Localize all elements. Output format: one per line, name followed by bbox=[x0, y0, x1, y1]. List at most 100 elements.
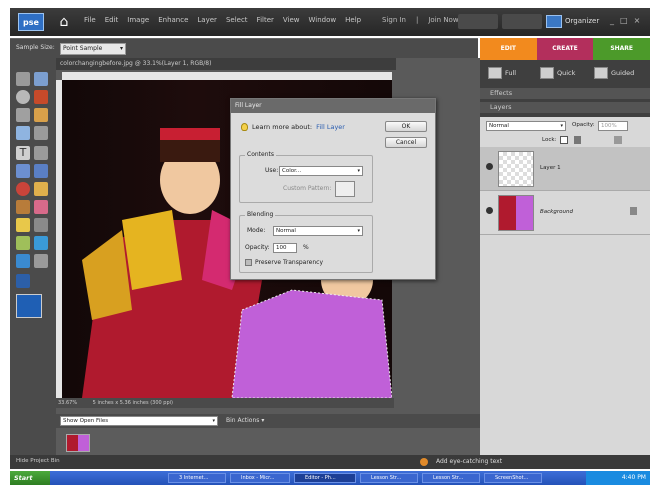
magic-wand-tool-icon[interactable] bbox=[34, 108, 48, 122]
menu-help[interactable]: Help bbox=[345, 16, 361, 24]
learn-more-link[interactable]: Fill Layer bbox=[316, 123, 345, 131]
crop-tool-icon[interactable] bbox=[34, 146, 48, 160]
menu-filter[interactable]: Filter bbox=[257, 16, 274, 24]
contents-label: Contents bbox=[245, 151, 276, 158]
preserve-transparency-checkbox[interactable] bbox=[245, 259, 252, 266]
mode-select[interactable]: Normal ▾ bbox=[273, 226, 363, 236]
selection-brush-tool-icon[interactable] bbox=[34, 126, 48, 140]
chevron-down-icon: ▾ bbox=[212, 418, 215, 424]
trash-icon[interactable] bbox=[614, 136, 622, 144]
maximize-button[interactable]: □ bbox=[620, 16, 628, 25]
hide-project-bin-button[interactable]: Hide Project Bin bbox=[16, 458, 60, 464]
eye-icon[interactable] bbox=[486, 163, 493, 170]
dialog-title: Fill Layer bbox=[231, 99, 435, 113]
blend-mode-select[interactable]: Normal ▾ bbox=[486, 121, 566, 131]
lock-icon bbox=[630, 207, 637, 215]
separator: | bbox=[416, 16, 419, 24]
start-button[interactable]: Start bbox=[10, 471, 50, 485]
sponge-tool-icon[interactable] bbox=[16, 274, 30, 288]
eraser-tool-icon[interactable] bbox=[34, 200, 48, 214]
chevron-down-icon: ▾ bbox=[357, 168, 360, 174]
organizer-icon bbox=[546, 15, 562, 28]
smart-brush-tool-icon[interactable] bbox=[34, 218, 48, 232]
layer-row-background[interactable]: Background bbox=[480, 191, 650, 235]
taskbar-item[interactable]: Inbox - Micr... bbox=[230, 473, 290, 483]
close-button[interactable]: × bbox=[634, 16, 641, 25]
menu-enhance[interactable]: Enhance bbox=[158, 16, 188, 24]
menu-image[interactable]: Image bbox=[127, 16, 149, 24]
zoom-tool-icon[interactable] bbox=[34, 72, 48, 86]
menu-select[interactable]: Select bbox=[226, 16, 248, 24]
mode-value: Normal bbox=[276, 228, 296, 234]
tab-edit[interactable]: EDIT bbox=[480, 38, 537, 60]
taskbar-item[interactable]: ScreenShot... bbox=[484, 473, 542, 483]
menu-window[interactable]: Window bbox=[309, 16, 337, 24]
move-tool-icon[interactable] bbox=[16, 72, 30, 86]
layer-opacity-input[interactable]: 100% bbox=[598, 121, 628, 131]
lock-transparency-icon[interactable] bbox=[560, 136, 568, 144]
home-icon[interactable]: ⌂ bbox=[56, 14, 72, 30]
blur-tool-icon[interactable] bbox=[34, 254, 48, 268]
options-bar: Sample Size: Point Sample ▾ bbox=[10, 38, 478, 58]
ruler-horizontal bbox=[62, 72, 392, 80]
marquee-tool-icon[interactable] bbox=[16, 90, 30, 104]
red-eye-tool-icon[interactable] bbox=[16, 182, 30, 196]
gradient-tool-icon[interactable] bbox=[34, 236, 48, 250]
quick-edit-button[interactable]: Quick bbox=[540, 64, 575, 82]
taskbar-item[interactable]: Lesson Str... bbox=[422, 473, 480, 483]
show-open-files-value: Show Open Files bbox=[63, 418, 109, 424]
cancel-button[interactable]: Cancel bbox=[385, 137, 427, 148]
hint-text[interactable]: Add eye-catching text bbox=[436, 458, 502, 465]
app-logo: pse bbox=[18, 13, 44, 31]
cookie-cutter-tool-icon[interactable] bbox=[16, 164, 30, 178]
eyedropper-tool-icon[interactable] bbox=[34, 90, 48, 104]
full-edit-button[interactable]: Full bbox=[488, 64, 516, 82]
menu-edit[interactable]: Edit bbox=[105, 16, 119, 24]
zoom-level: 33.67% bbox=[58, 400, 78, 406]
menu-file[interactable]: File bbox=[84, 16, 96, 24]
tab-create[interactable]: CREATE bbox=[536, 38, 594, 60]
status-bar: 33.67% 5 inches x 5.36 inches (300 ppi) bbox=[56, 398, 394, 408]
ok-button[interactable]: OK bbox=[385, 121, 427, 132]
spot-healing-tool-icon[interactable] bbox=[34, 182, 48, 196]
menu-view[interactable]: View bbox=[283, 16, 300, 24]
lasso-tool-icon[interactable] bbox=[16, 108, 30, 122]
quick-edit-icon bbox=[540, 67, 554, 79]
blend-mode-value: Normal bbox=[489, 123, 509, 129]
taskbar-item-active[interactable]: Editor - Ph... bbox=[294, 473, 356, 483]
use-select[interactable]: Color... ▾ bbox=[279, 166, 363, 176]
bin-actions-menu[interactable]: Bin Actions ▾ bbox=[226, 417, 264, 424]
taskbar-item[interactable]: 3 Internet... bbox=[168, 473, 226, 483]
quick-selection-tool-icon[interactable] bbox=[16, 126, 30, 140]
bin-thumbnail[interactable] bbox=[66, 434, 90, 452]
type-tool-icon[interactable]: T bbox=[16, 146, 30, 160]
sample-size-label: Sample Size: bbox=[16, 44, 55, 51]
layer-row-layer1[interactable]: Layer 1 bbox=[480, 147, 650, 191]
full-edit-icon bbox=[488, 67, 502, 79]
sample-size-select[interactable]: Point Sample ▾ bbox=[60, 43, 126, 55]
paint-bucket-tool-icon[interactable] bbox=[16, 236, 30, 250]
opacity-input[interactable]: 100 bbox=[273, 243, 297, 253]
mode-label: Mode: bbox=[247, 227, 266, 234]
tab-share[interactable]: SHARE bbox=[593, 38, 651, 60]
minimize-button[interactable]: _ bbox=[610, 16, 614, 25]
layers-panel-header[interactable]: Layers bbox=[480, 102, 650, 113]
use-label: Use: bbox=[265, 167, 279, 174]
lock-icon[interactable] bbox=[574, 136, 581, 144]
toolbox: T bbox=[10, 58, 56, 455]
shape-tool-icon[interactable] bbox=[16, 254, 30, 268]
show-open-files-select[interactable]: Show Open Files ▾ bbox=[60, 416, 218, 426]
menu-layer[interactable]: Layer bbox=[197, 16, 217, 24]
eye-icon[interactable] bbox=[486, 207, 493, 214]
taskbar-item[interactable]: Lesson Str... bbox=[360, 473, 418, 483]
join-now-link[interactable]: Join Now bbox=[428, 16, 458, 24]
brush-tool-icon[interactable] bbox=[16, 218, 30, 232]
pattern-picker[interactable] bbox=[335, 181, 355, 197]
sign-in-link[interactable]: Sign In bbox=[382, 16, 406, 24]
clone-stamp-tool-icon[interactable] bbox=[16, 200, 30, 214]
effects-panel-header[interactable]: Effects bbox=[480, 88, 650, 99]
foreground-color-swatch[interactable] bbox=[16, 294, 42, 318]
straighten-tool-icon[interactable] bbox=[34, 164, 48, 178]
guided-edit-button[interactable]: Guided bbox=[594, 64, 634, 82]
organizer-button[interactable]: Organizer bbox=[546, 13, 599, 30]
